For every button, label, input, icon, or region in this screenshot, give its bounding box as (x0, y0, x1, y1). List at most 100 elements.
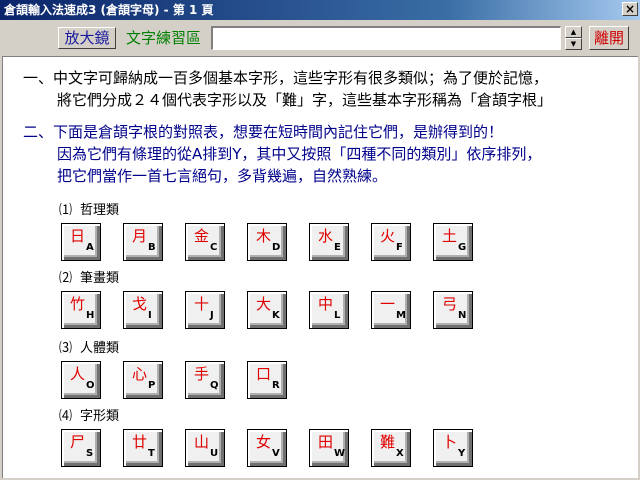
radical-letter: B (148, 242, 156, 253)
group-label: ⑵ 筆畫類 (59, 271, 119, 287)
radical-char: 卜 (442, 433, 458, 451)
radical-char: 女 (256, 433, 272, 451)
radical-char: 中 (318, 295, 334, 313)
radical-key[interactable]: 心P (123, 361, 163, 399)
radical-letter: T (148, 448, 155, 459)
radical-key[interactable]: 十J (185, 291, 225, 329)
window-title: 倉頡輸入法速成3 (倉頡字母) - 第 1 頁 (4, 3, 214, 17)
radical-char: 火 (380, 227, 396, 245)
radical-letter: C (210, 242, 218, 253)
radical-char: 大 (256, 295, 272, 313)
group-number: ⑵ (59, 271, 73, 286)
radical-key[interactable]: 月B (123, 223, 163, 261)
spin-up-button[interactable]: ▲ (565, 26, 582, 38)
toolbar: 放大鏡 文字練習區 ▲ ▼ 離開 (0, 20, 640, 56)
close-button[interactable]: × (622, 2, 638, 16)
radical-char: 手 (194, 365, 210, 383)
practice-area-label: 文字練習區 (126, 29, 202, 47)
radical-letter: X (396, 448, 404, 459)
radical-letter: N (458, 310, 467, 321)
radical-key[interactable]: 中L (309, 291, 349, 329)
radical-key[interactable]: 竹H (61, 291, 101, 329)
radical-letter: W (334, 448, 346, 459)
radical-key[interactable]: 水E (309, 223, 349, 261)
radical-char: 日 (70, 227, 86, 245)
radical-char: 水 (318, 227, 334, 245)
radical-char: 十 (194, 295, 210, 313)
radical-letter: O (86, 380, 95, 391)
radical-key[interactable]: 手Q (185, 361, 225, 399)
radical-char: 山 (194, 433, 210, 451)
radical-char: 戈 (132, 295, 148, 313)
paragraph-two-line-1: 二、下面是倉頡字根的對照表，想要在短時間內記住它們，是辦得到的！ (23, 123, 504, 141)
radical-key[interactable]: 人O (61, 361, 101, 399)
radical-char: 口 (256, 365, 272, 383)
group-number: ⑷ (59, 409, 73, 424)
radical-char: 田 (318, 433, 334, 451)
radical-letter: P (148, 380, 156, 391)
radical-key[interactable]: 木D (247, 223, 287, 261)
radical-char: 廿 (132, 433, 148, 451)
radical-key[interactable]: 土G (433, 223, 473, 261)
radical-key[interactable]: 女V (247, 429, 287, 467)
radical-letter: Q (210, 380, 219, 391)
lesson-content: 一、中文字可歸納成一百多個基本字形，這些字形有很多類似；為了便於記憶， 將它們分… (2, 56, 638, 478)
group-label: ⑶ 人體類 (59, 341, 119, 357)
paragraph-two: 二、下面是倉頡字根的對照表，想要在短時間內記住它們，是辦得到的！ 因為它們有條理… (23, 121, 541, 187)
radical-key[interactable]: 日A (61, 223, 101, 261)
paragraph-one-line-1: 一、中文字可歸納成一百多個基本字形，這些字形有很多類似；為了便於記憶， (23, 69, 549, 87)
radical-key[interactable]: 戈I (123, 291, 163, 329)
radical-key[interactable]: 一M (371, 291, 411, 329)
group-label: ⑷ 字形類 (59, 409, 119, 425)
radical-char: 心 (132, 365, 148, 383)
radical-char: 竹 (70, 295, 86, 313)
practice-input[interactable] (211, 26, 561, 50)
spin-down-button[interactable]: ▼ (565, 38, 582, 50)
radical-char: 弓 (442, 295, 458, 313)
radical-char: 尸 (70, 433, 86, 451)
radical-letter: D (272, 242, 281, 253)
radical-letter: J (210, 310, 214, 321)
magnifier-button[interactable]: 放大鏡 (58, 27, 116, 49)
radical-char: 木 (256, 227, 272, 245)
radical-key[interactable]: 火F (371, 223, 411, 261)
radical-key[interactable]: 山U (185, 429, 225, 467)
radical-key[interactable]: 尸S (61, 429, 101, 467)
group-title: 哲理類 (80, 203, 120, 218)
radical-key[interactable]: 口R (247, 361, 287, 399)
radical-key[interactable]: 弓N (433, 291, 473, 329)
group-title: 筆畫類 (80, 271, 120, 286)
radical-key[interactable]: 大K (247, 291, 287, 329)
page-spinner: ▲ ▼ (565, 26, 582, 50)
radical-char: 一 (380, 295, 396, 313)
group-number: ⑴ (59, 203, 73, 218)
paragraph-two-line-2: 因為它們有條理的從A排到Y，其中又按照「四種不同的類別」依序排列， (57, 145, 542, 163)
paragraph-one: 一、中文字可歸納成一百多個基本字形，這些字形有很多類似；為了便於記憶， 將它們分… (23, 67, 552, 111)
radical-letter: I (148, 310, 152, 321)
radical-letter: A (86, 242, 94, 253)
radical-letter: H (86, 310, 95, 321)
radical-key[interactable]: 難X (371, 429, 411, 467)
radical-key[interactable]: 廿T (123, 429, 163, 467)
paragraph-one-line-2: 將它們分成２４個代表字形以及「難」字，這些基本字形稱為「倉頡字根」 (57, 91, 553, 109)
radical-letter: R (272, 380, 280, 391)
radical-letter: V (272, 448, 280, 459)
radical-key[interactable]: 卜Y (433, 429, 473, 467)
radical-char: 金 (194, 227, 210, 245)
radical-key[interactable]: 田W (309, 429, 349, 467)
radical-char: 人 (70, 365, 86, 383)
radical-letter: F (396, 242, 403, 253)
radical-letter: U (210, 448, 219, 459)
paragraph-two-line-3: 把它們當作一首七言絕句，多背幾遍，自然熟練。 (57, 167, 388, 185)
group-label: ⑴ 哲理類 (59, 203, 119, 219)
radical-letter: G (458, 242, 467, 253)
radical-key[interactable]: 金C (185, 223, 225, 261)
group-title: 字形類 (80, 409, 120, 424)
app-window: 倉頡輸入法速成3 (倉頡字母) - 第 1 頁 × 放大鏡 文字練習區 ▲ ▼ … (0, 0, 640, 480)
group-title: 人體類 (80, 341, 120, 356)
title-bar: 倉頡輸入法速成3 (倉頡字母) - 第 1 頁 × (0, 0, 640, 20)
exit-button[interactable]: 離開 (589, 26, 629, 50)
radical-letter: M (396, 310, 406, 321)
radical-letter: E (334, 242, 341, 253)
radical-char: 難 (380, 433, 396, 451)
